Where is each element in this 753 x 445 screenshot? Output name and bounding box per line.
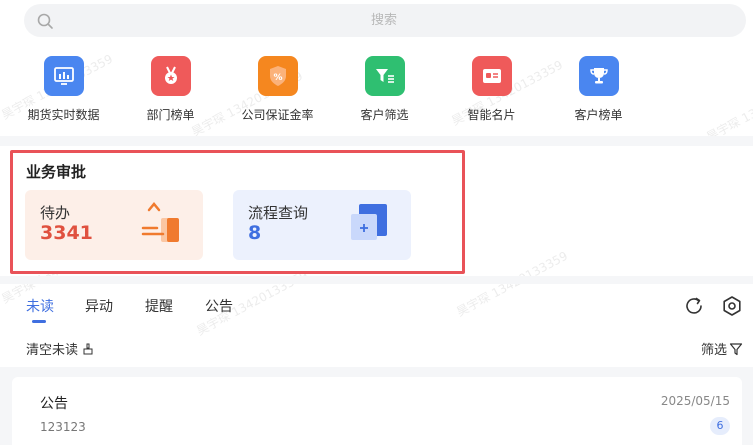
filter-button[interactable]: 筛选 (701, 339, 743, 358)
tab-announcements[interactable]: 公告 (205, 296, 233, 316)
svg-text:%: % (273, 73, 282, 83)
process-query-card[interactable]: 流程查询 8 (233, 190, 411, 260)
notice-title: 公告 (40, 396, 68, 412)
message-toolbar: 清空未读 筛选 (0, 336, 753, 360)
broom-icon (83, 343, 93, 355)
quick-action-label: 客户筛选 (360, 108, 409, 122)
refresh-icon[interactable] (683, 295, 705, 317)
count-badge: 6 (710, 417, 730, 435)
quick-action-margin-rate[interactable]: % 公司保证金率 (224, 56, 331, 123)
list-item[interactable]: 公告 2025/05/15 123123 6 (12, 377, 742, 445)
medal-icon (150, 56, 191, 96)
funnel-icon (729, 342, 743, 355)
process-query-label: 流程查询 (248, 204, 309, 222)
section-divider (0, 276, 753, 284)
todo-tasks-icon (141, 202, 179, 242)
percent-shield-icon: % (257, 56, 298, 96)
quick-action-label: 部门榜单 (146, 108, 195, 122)
todo-card[interactable]: 待办 3341 (25, 190, 203, 260)
message-tabs: 未读 异动 提醒 公告 (0, 292, 753, 324)
clear-unread-button[interactable]: 清空未读 (26, 339, 94, 358)
settings-icon[interactable] (721, 295, 743, 317)
quick-action-futures-data[interactable]: 期货实时数据 (10, 56, 117, 123)
quick-action-customer-ranking[interactable]: 客户榜单 (545, 56, 652, 123)
quick-action-label: 期货实时数据 (27, 108, 100, 122)
notice-content: 123123 (40, 420, 86, 434)
business-card-icon (471, 56, 512, 96)
tab-unread[interactable]: 未读 (26, 296, 54, 316)
trophy-icon (578, 56, 619, 96)
quick-action-label: 智能名片 (467, 108, 516, 122)
notice-date: 2025/05/15 (660, 394, 730, 408)
active-tab-indicator (32, 320, 46, 323)
quick-action-label: 公司保证金率 (241, 108, 314, 122)
tab-changes[interactable]: 异动 (85, 296, 113, 316)
process-query-count: 8 (248, 222, 262, 244)
section-title: 业务审批 (26, 163, 87, 181)
bar-chart-icon (43, 56, 84, 96)
search-icon (37, 13, 53, 29)
quick-action-customer-filter[interactable]: 客户筛选 (331, 56, 438, 123)
tab-reminders[interactable]: 提醒 (145, 296, 173, 316)
quick-action-smart-card[interactable]: 智能名片 (438, 56, 545, 123)
todo-label: 待办 (40, 204, 71, 222)
search-input[interactable] (64, 4, 704, 37)
business-approval-panel: 业务审批 待办 3341 流程查询 8 (10, 150, 465, 274)
section-divider (0, 136, 753, 146)
search-bar[interactable] (24, 4, 746, 37)
filter-label: 筛选 (700, 343, 727, 358)
process-folder-icon (351, 204, 387, 240)
quick-action-label: 客户榜单 (574, 108, 623, 122)
filter-list-icon (364, 56, 405, 96)
todo-count: 3341 (40, 222, 93, 244)
clear-unread-label: 清空未读 (26, 343, 79, 358)
quick-action-department-ranking[interactable]: 部门榜单 (117, 56, 224, 123)
quick-actions: 期货实时数据 部门榜单 % 公司保证金率 客户筛选 智能名片 客户榜单 (0, 56, 753, 126)
